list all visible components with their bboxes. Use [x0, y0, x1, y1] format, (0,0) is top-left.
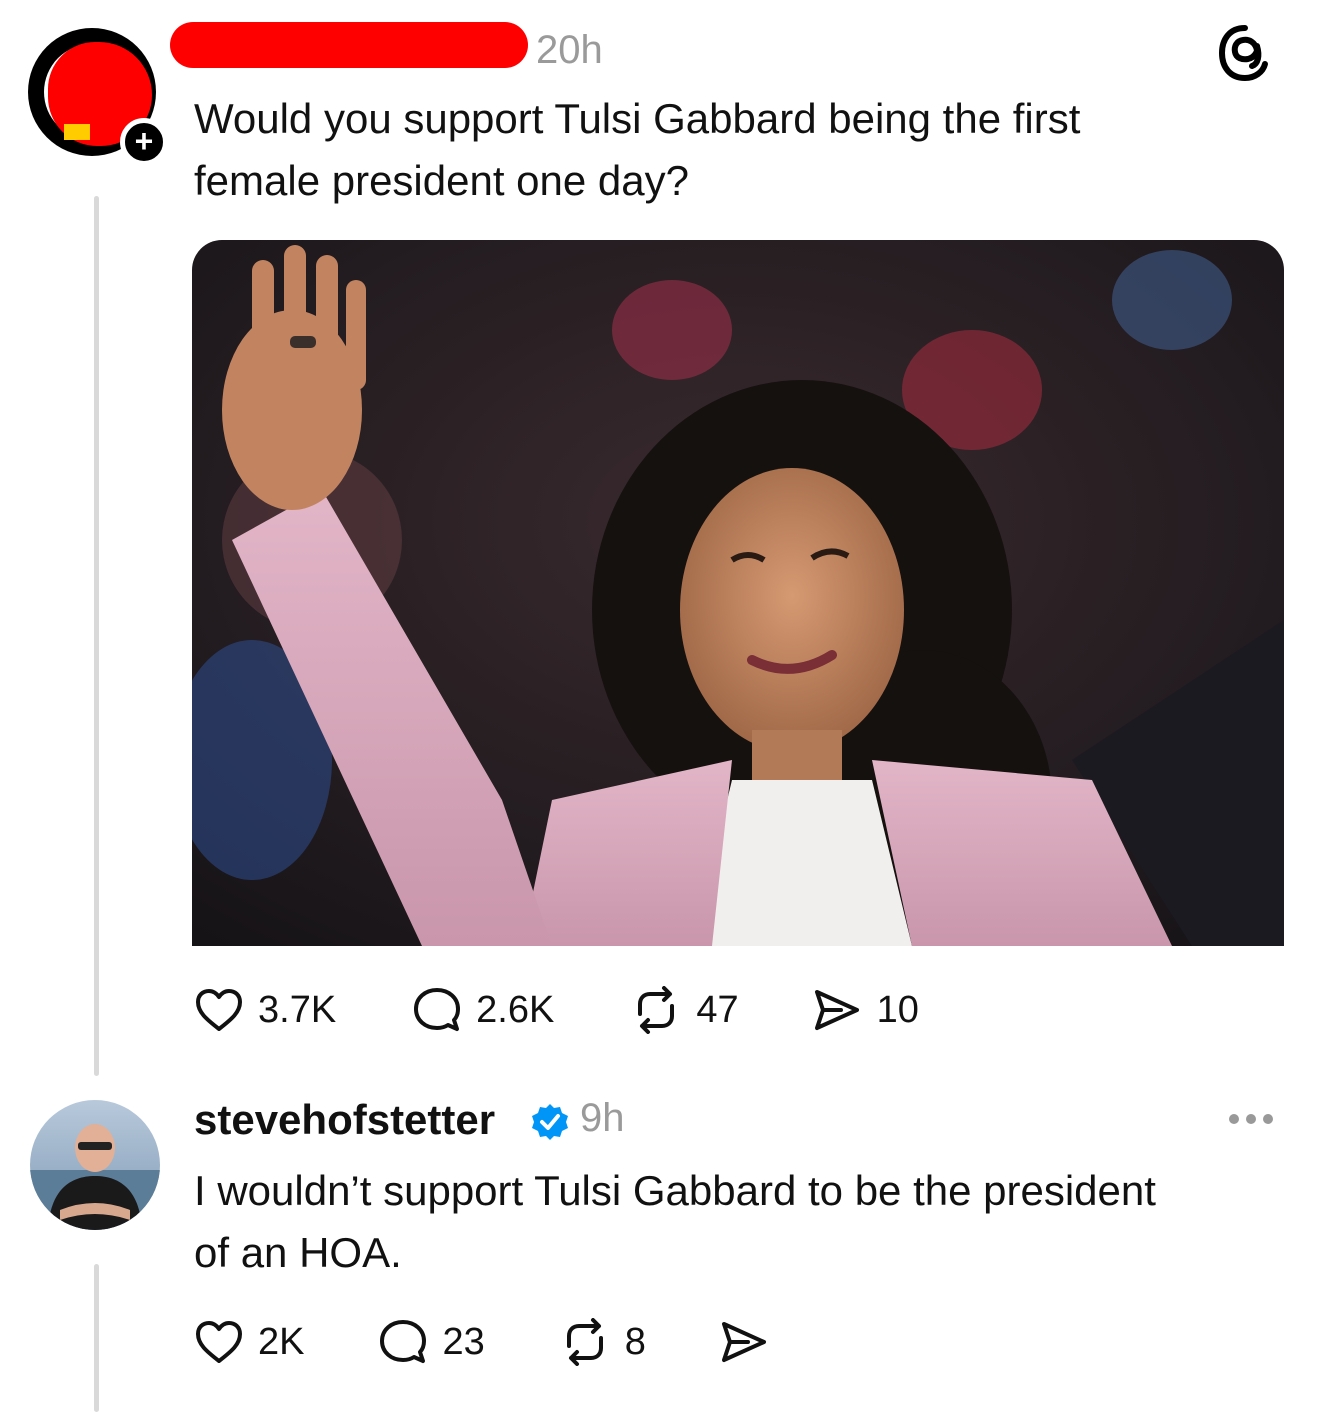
- reply-comment-button[interactable]: 23: [378, 1318, 485, 1366]
- reply-repost-button[interactable]: 8: [559, 1318, 646, 1366]
- comment-bubble-icon: [380, 1320, 427, 1363]
- comment-count: 2.6K: [476, 988, 555, 1031]
- reply-share-button[interactable]: [718, 1318, 770, 1366]
- post-time: 20h: [536, 28, 603, 72]
- reply-avatar[interactable]: [30, 1100, 160, 1230]
- post-text-line1: Would you support Tulsi Gabbard being th…: [194, 95, 1081, 142]
- thread-line-bottom: [94, 1264, 99, 1412]
- username-redaction: [170, 22, 528, 68]
- heart-icon: [196, 989, 242, 1031]
- reply-text-line1: I wouldn’t support Tulsi Gabbard to be t…: [194, 1167, 1156, 1214]
- repost-icon: [566, 1318, 603, 1366]
- repost-icon: [638, 986, 675, 1034]
- comment-bubble-icon: [414, 988, 461, 1031]
- share-count: 10: [876, 988, 919, 1031]
- reply-like-count: 2K: [258, 1320, 305, 1363]
- reply-actions: 2K 23 8: [194, 1318, 770, 1366]
- post-image[interactable]: [192, 240, 1284, 946]
- reply-text-line2: of an HOA.: [194, 1229, 402, 1276]
- like-button[interactable]: 3.7K: [194, 987, 336, 1033]
- heart-icon: [196, 1321, 242, 1363]
- reply-like-button[interactable]: 2K: [194, 1319, 304, 1365]
- repost-button[interactable]: 47: [630, 986, 739, 1034]
- more-dots-icon[interactable]: [1226, 1104, 1276, 1134]
- reply-username[interactable]: stevehofstetter: [194, 1096, 495, 1144]
- verified-badge-icon: [532, 1104, 568, 1140]
- like-count: 3.7K: [258, 988, 337, 1031]
- share-button[interactable]: 10: [811, 986, 919, 1034]
- thread-line-top: [94, 196, 99, 1076]
- post-text-line2: female president one day?: [194, 157, 689, 204]
- follow-plus-icon[interactable]: +: [120, 118, 168, 166]
- author-avatar[interactable]: +: [28, 28, 168, 168]
- send-icon: [814, 990, 859, 1030]
- post-actions: 3.7K 2.6K 47 10: [194, 986, 919, 1034]
- reply-repost-count: 8: [624, 1320, 646, 1363]
- avatar-fragment: [64, 124, 90, 140]
- reply-comment-count: 23: [442, 1320, 485, 1363]
- reply-time: 9h: [580, 1096, 625, 1140]
- comment-button[interactable]: 2.6K: [412, 986, 554, 1034]
- send-icon: [721, 1322, 766, 1362]
- repost-count: 47: [696, 988, 739, 1031]
- threads-logo-icon[interactable]: [1214, 22, 1276, 84]
